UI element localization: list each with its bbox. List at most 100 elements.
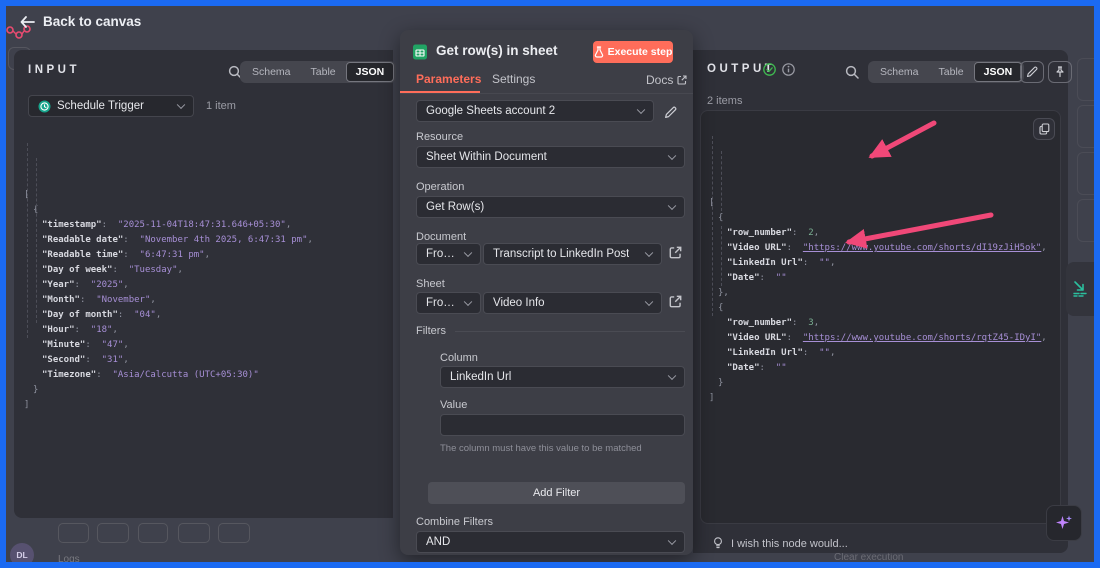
import-arrow-icon bbox=[1072, 280, 1088, 298]
tab-json[interactable]: JSON bbox=[974, 62, 1023, 82]
output-json-lines: [{"row_number": 2,"Video URL": "https://… bbox=[709, 196, 1054, 406]
credential-select[interactable]: Google Sheets account 2 bbox=[416, 100, 654, 122]
input-items-count: 1 item bbox=[206, 100, 236, 112]
info-icon[interactable] bbox=[782, 63, 795, 76]
focus-panel-toggle[interactable] bbox=[1066, 262, 1094, 316]
sheet-mode-select[interactable]: From list bbox=[416, 292, 481, 314]
back-to-canvas-label: Back to canvas bbox=[43, 14, 141, 29]
background-toolbar-button bbox=[178, 523, 210, 543]
filter-column-label: Column bbox=[440, 352, 478, 364]
lightbulb-icon bbox=[713, 537, 723, 550]
pin-data-button[interactable] bbox=[1048, 61, 1072, 83]
divider bbox=[400, 93, 693, 94]
sheet-select[interactable]: Video Info bbox=[483, 292, 662, 314]
success-check-icon bbox=[763, 63, 776, 76]
input-title: INPUT bbox=[28, 64, 80, 76]
input-view-tabs: Schema Table JSON bbox=[240, 61, 396, 83]
avatar[interactable]: DL bbox=[10, 543, 34, 562]
docs-label: Docs bbox=[646, 73, 673, 87]
logs-label: Logs bbox=[58, 554, 80, 562]
screenshot-frame: DL Logs Clear execution Back to canvas I… bbox=[0, 0, 1100, 568]
operation-label: Operation bbox=[416, 181, 464, 193]
document-mode-select[interactable]: From list bbox=[416, 243, 481, 265]
google-sheets-icon bbox=[412, 44, 428, 60]
sheet-mode-value: From list bbox=[426, 297, 458, 309]
input-source-select[interactable]: Schedule Trigger bbox=[28, 95, 194, 117]
pencil-icon bbox=[1026, 66, 1038, 78]
output-json: [{"row_number": 2,"Video URL": "https://… bbox=[709, 121, 1054, 436]
node-title: Get row(s) in sheet bbox=[436, 43, 558, 58]
credential-value: Google Sheets account 2 bbox=[426, 105, 555, 117]
background-toolbar-button bbox=[58, 523, 89, 543]
background-panel-slot bbox=[1077, 58, 1094, 101]
filter-value-input[interactable] bbox=[440, 414, 685, 436]
chevron-down-icon bbox=[645, 298, 653, 306]
input-json: [{"timestamp": "2025-11-04T18:47:31.646+… bbox=[24, 128, 384, 443]
resource-value: Sheet Within Document bbox=[426, 151, 547, 163]
background-toolbar-button bbox=[97, 523, 129, 543]
edit-output-button[interactable] bbox=[1020, 61, 1044, 83]
chevron-down-icon bbox=[464, 249, 472, 257]
sparkles-icon bbox=[1054, 513, 1074, 533]
chevron-down-icon bbox=[668, 537, 676, 545]
filter-column-select[interactable]: LinkedIn Url bbox=[440, 366, 685, 388]
chevron-down-icon bbox=[464, 298, 472, 306]
resource-label: Resource bbox=[416, 131, 463, 143]
combine-filters-label: Combine Filters bbox=[416, 516, 493, 528]
indent-guide bbox=[27, 143, 28, 338]
sheet-label: Sheet bbox=[416, 278, 445, 290]
input-source-value: Schedule Trigger bbox=[57, 100, 144, 112]
divider bbox=[455, 331, 685, 332]
chevron-down-icon bbox=[668, 202, 676, 210]
tab-schema[interactable]: Schema bbox=[870, 62, 929, 82]
chevron-down-icon bbox=[668, 372, 676, 380]
ai-assistant-button[interactable] bbox=[1046, 505, 1082, 541]
document-mode-value: From list bbox=[426, 248, 458, 260]
operation-value: Get Row(s) bbox=[426, 201, 484, 213]
document-select[interactable]: Transcript to LinkedIn Post bbox=[483, 243, 662, 265]
open-sheet-icon[interactable] bbox=[669, 295, 682, 308]
indent-guide bbox=[712, 136, 713, 316]
background-panel-slot bbox=[1077, 199, 1094, 242]
node-settings-card: Get row(s) in sheet Execute step Paramet… bbox=[400, 30, 693, 555]
tab-table[interactable]: Table bbox=[301, 62, 346, 82]
search-icon[interactable] bbox=[845, 65, 859, 79]
execute-step-button[interactable]: Execute step bbox=[593, 41, 673, 63]
background-toolbar-button bbox=[138, 523, 168, 543]
indent-guide bbox=[36, 158, 37, 323]
node-feedback-link[interactable]: I wish this node would... bbox=[713, 537, 848, 550]
edit-credential-button[interactable] bbox=[660, 102, 680, 122]
n8n-node-detail-view: DL Logs Clear execution Back to canvas I… bbox=[6, 6, 1094, 562]
operation-select[interactable]: Get Row(s) bbox=[416, 196, 685, 218]
tab-schema[interactable]: Schema bbox=[242, 62, 301, 82]
execute-step-label: Execute step bbox=[608, 46, 673, 58]
filters-label: Filters bbox=[416, 325, 446, 337]
pin-icon bbox=[1054, 66, 1066, 78]
external-link-icon bbox=[677, 75, 687, 85]
active-tab-underline bbox=[400, 91, 480, 93]
document-label: Document bbox=[416, 231, 466, 243]
tab-settings[interactable]: Settings bbox=[492, 72, 535, 86]
output-json-box: [{"row_number": 2,"Video URL": "https://… bbox=[700, 110, 1061, 524]
sheet-value: Video Info bbox=[493, 297, 545, 309]
document-value: Transcript to LinkedIn Post bbox=[493, 248, 629, 260]
back-arrow-icon bbox=[20, 16, 35, 28]
filter-column-value: LinkedIn Url bbox=[450, 371, 511, 383]
add-filter-button[interactable]: Add Filter bbox=[428, 482, 685, 504]
background-toolbar-button bbox=[218, 523, 250, 543]
input-panel: INPUT Schema Table JSON Schedule Trigger… bbox=[14, 50, 393, 518]
tab-json[interactable]: JSON bbox=[346, 62, 395, 82]
docs-link[interactable]: Docs bbox=[646, 73, 687, 87]
resource-select[interactable]: Sheet Within Document bbox=[416, 146, 685, 168]
input-json-lines: [{"timestamp": "2025-11-04T18:47:31.646+… bbox=[24, 188, 384, 413]
filter-value-help: The column must have this value to be ma… bbox=[440, 443, 642, 454]
back-to-canvas-button[interactable]: Back to canvas bbox=[20, 14, 141, 29]
tab-table[interactable]: Table bbox=[929, 62, 974, 82]
chevron-down-icon bbox=[637, 106, 645, 114]
indent-guide bbox=[721, 151, 722, 211]
open-document-icon[interactable] bbox=[669, 246, 682, 259]
combine-filters-select[interactable]: AND bbox=[416, 531, 685, 553]
output-items-count: 2 items bbox=[707, 95, 742, 107]
background-panel-slot bbox=[1077, 105, 1094, 148]
tab-parameters[interactable]: Parameters bbox=[416, 72, 481, 86]
